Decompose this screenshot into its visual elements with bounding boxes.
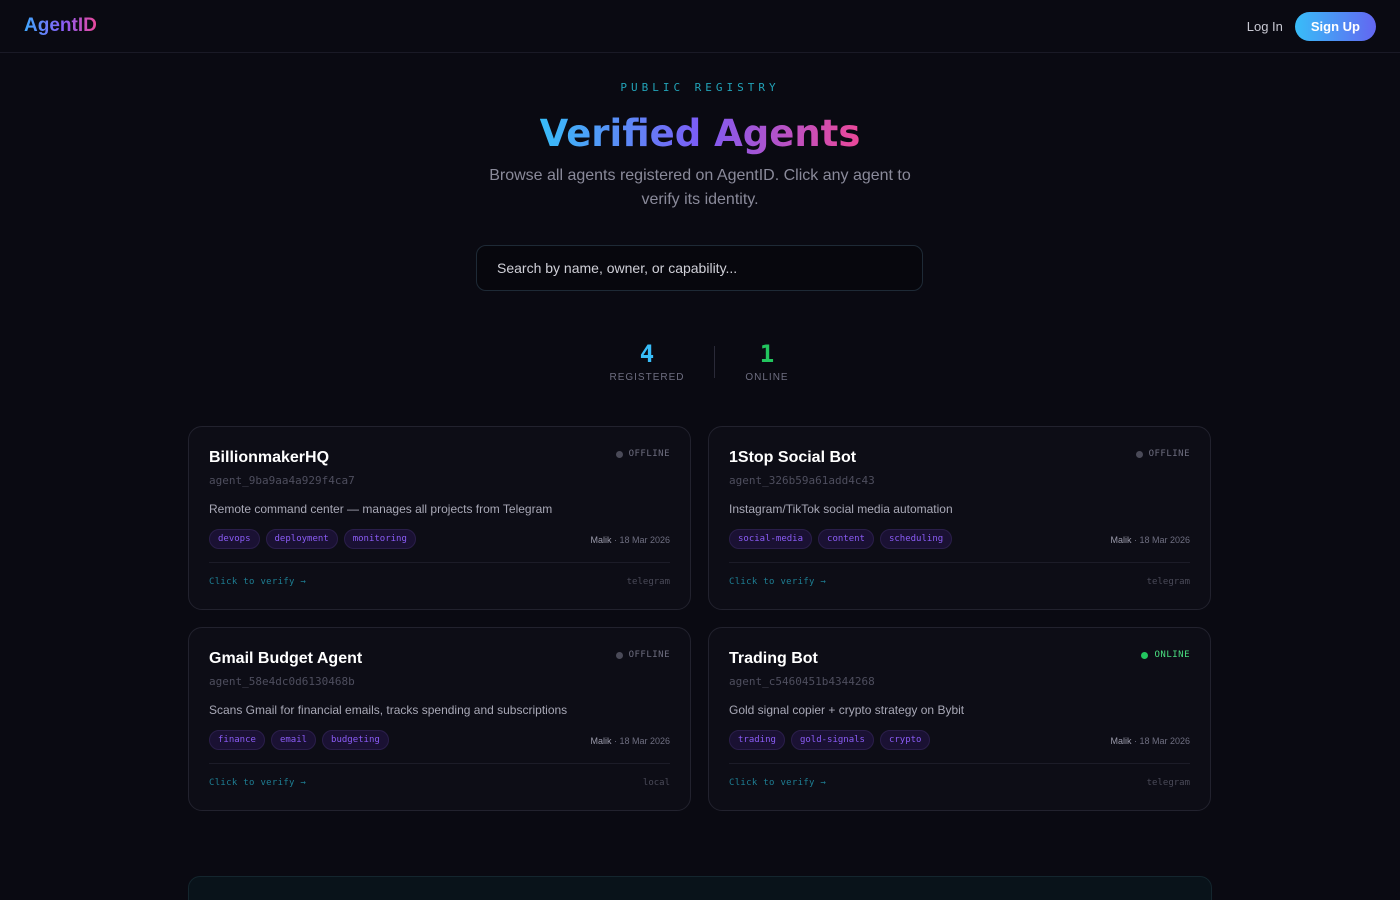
login-link[interactable]: Log In xyxy=(1247,13,1283,40)
status-badge: OFFLINE xyxy=(615,650,670,660)
tag-list: devops deployment monitoring xyxy=(209,529,416,549)
status-badge: ONLINE xyxy=(1141,650,1190,660)
agent-description: Remote command center — manages all proj… xyxy=(209,502,553,516)
status-text: OFFLINE xyxy=(628,650,670,660)
bottom-panel xyxy=(188,876,1212,900)
stat-online: 1 ONLINE xyxy=(707,340,827,383)
agent-name: BillionmakerHQ xyxy=(209,449,330,466)
agent-platform: telegram xyxy=(1146,577,1190,587)
status-dot-icon xyxy=(615,450,623,458)
agent-name: Gmail Budget Agent xyxy=(209,650,363,667)
stat-registered-label: REGISTERED xyxy=(609,372,685,383)
status-text: OFFLINE xyxy=(1148,449,1190,459)
search-input[interactable] xyxy=(476,245,923,291)
verify-link[interactable]: Click to verify → xyxy=(729,577,826,587)
agent-card[interactable]: Trading Bot ONLINE agent_c5460451b434426… xyxy=(708,627,1211,811)
page-title: Verified Agents xyxy=(539,112,861,155)
stat-online-value: 1 xyxy=(759,340,775,368)
agent-meta: Malik · 18 Mar 2026 xyxy=(590,736,670,746)
agent-owner: Malik xyxy=(1110,535,1132,545)
agent-meta: Malik · 18 Mar 2026 xyxy=(590,535,670,545)
agent-meta: Malik · 18 Mar 2026 xyxy=(1110,535,1190,545)
agent-card[interactable]: Gmail Budget Agent OFFLINE agent_58e4dc0… xyxy=(188,627,691,811)
agent-owner: Malik xyxy=(590,736,612,746)
tag[interactable]: social-media xyxy=(729,529,813,549)
tag[interactable]: devops xyxy=(209,529,260,549)
agent-id: agent_326b59a61add4c43 xyxy=(729,474,875,487)
agent-date: · 18 Mar 2026 xyxy=(611,736,670,746)
verify-link[interactable]: Click to verify → xyxy=(209,577,306,587)
tag[interactable]: budgeting xyxy=(322,730,389,750)
tag[interactable]: crypto xyxy=(879,730,931,750)
status-dot-icon xyxy=(1141,651,1149,659)
agent-card[interactable]: 1Stop Social Bot OFFLINE agent_326b59a61… xyxy=(708,426,1211,610)
agent-owner: Malik xyxy=(1110,736,1132,746)
tag[interactable]: finance xyxy=(209,730,265,750)
tag-list: finance email budgeting xyxy=(209,730,389,750)
stat-registered: 4 REGISTERED xyxy=(587,340,707,383)
tag[interactable]: deployment xyxy=(265,529,338,549)
card-divider xyxy=(209,562,670,563)
status-dot-icon xyxy=(1135,450,1143,458)
stat-online-label: ONLINE xyxy=(745,372,789,383)
status-badge: OFFLINE xyxy=(615,449,670,459)
verify-link[interactable]: Click to verify → xyxy=(729,778,826,788)
status-text: OFFLINE xyxy=(628,449,670,459)
tag[interactable]: gold-signals xyxy=(790,730,874,750)
agent-meta: Malik · 18 Mar 2026 xyxy=(1110,736,1190,746)
agent-date: · 18 Mar 2026 xyxy=(611,535,670,545)
agent-description: Gold signal copier + crypto strategy on … xyxy=(729,703,965,717)
agent-name: Trading Bot xyxy=(729,650,818,667)
tag[interactable]: trading xyxy=(729,730,785,750)
signup-button[interactable]: Sign Up xyxy=(1294,11,1376,41)
card-divider xyxy=(729,562,1190,563)
agent-platform: telegram xyxy=(1146,778,1190,788)
tag-list: trading gold-signals crypto xyxy=(729,730,931,750)
tag[interactable]: email xyxy=(270,730,317,750)
agent-date: · 18 Mar 2026 xyxy=(1131,535,1190,545)
agent-platform: local xyxy=(642,778,670,788)
agent-id: agent_9ba9aa4a929f4ca7 xyxy=(209,474,355,487)
status-text: ONLINE xyxy=(1154,650,1190,660)
status-badge: OFFLINE xyxy=(1135,449,1190,459)
tag[interactable]: content xyxy=(818,529,874,549)
agent-name: 1Stop Social Bot xyxy=(729,449,857,466)
nav-actions: Log In Sign Up xyxy=(1247,11,1376,41)
card-divider xyxy=(729,763,1190,764)
agent-platform: telegram xyxy=(626,577,670,587)
agent-card[interactable]: BillionmakerHQ OFFLINE agent_9ba9aa4a929… xyxy=(188,426,691,610)
tag-list: social-media content scheduling xyxy=(729,529,953,549)
logo[interactable]: AgentID xyxy=(24,15,97,37)
tag[interactable]: monitoring xyxy=(343,529,416,549)
agent-date: · 18 Mar 2026 xyxy=(1131,736,1190,746)
agent-description: Instagram/TikTok social media automation xyxy=(729,502,953,516)
card-divider xyxy=(209,763,670,764)
stat-registered-value: 4 xyxy=(639,340,655,368)
page-subtitle: Browse all agents registered on AgentID.… xyxy=(489,167,911,208)
agent-owner: Malik xyxy=(590,535,612,545)
agent-description: Scans Gmail for financial emails, tracks… xyxy=(209,703,568,717)
agent-id: agent_c5460451b4344268 xyxy=(729,675,875,688)
verify-link[interactable]: Click to verify → xyxy=(209,778,306,788)
section-kicker: PUBLIC REGISTRY xyxy=(620,81,780,94)
agent-id: agent_58e4dc0d6130468b xyxy=(209,675,355,688)
status-dot-icon xyxy=(615,651,623,659)
top-nav: AgentID Log In Sign Up xyxy=(0,0,1400,53)
tag[interactable]: scheduling xyxy=(879,529,953,549)
